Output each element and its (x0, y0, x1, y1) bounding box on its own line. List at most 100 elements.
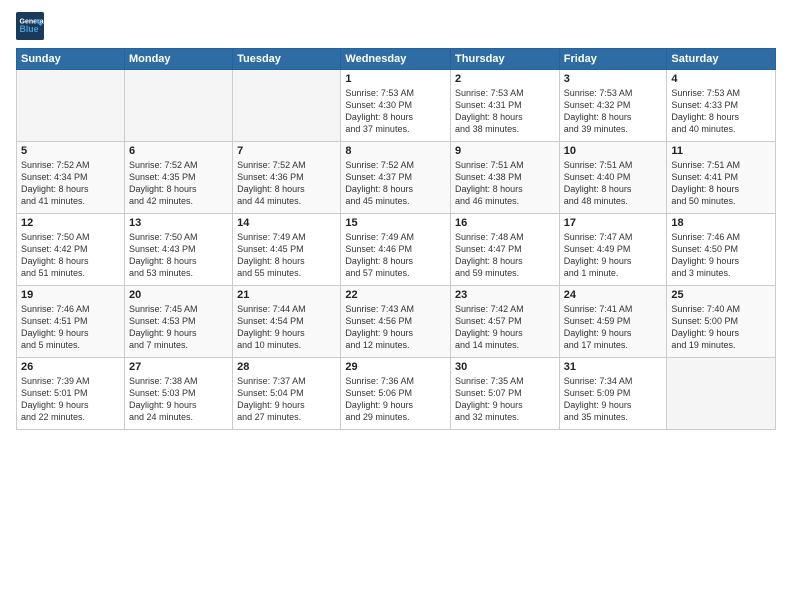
calendar-cell: 25 Sunrise: 7:40 AM Sunset: 5:00 PM Dayli… (667, 286, 776, 358)
calendar-cell: 21Sunrise: 7:44 AM Sunset: 4:54 PM Dayli… (233, 286, 341, 358)
weekday-header-saturday: Saturday (667, 49, 776, 70)
calendar-cell: 4 Sunrise: 7:53 AM Sunset: 4:33 PM Daylig… (667, 70, 776, 142)
day-number: 7 (237, 145, 336, 157)
day-info: Sunrise: 7:47 AM Sunset: 4:49 PM Dayligh… (564, 231, 663, 280)
day-number: 1 (345, 73, 446, 85)
header: General Blue (16, 12, 776, 40)
day-info: Sunrise: 7:51 AM Sunset: 4:41 PM Dayligh… (671, 159, 771, 208)
calendar-cell: 11 Sunrise: 7:51 AM Sunset: 4:41 PM Dayli… (667, 142, 776, 214)
day-number: 14 (237, 217, 336, 229)
day-number: 6 (129, 145, 228, 157)
day-number: 18 (671, 217, 771, 229)
day-number: 23 (455, 289, 555, 301)
calendar-cell: 23 Sunrise: 7:42 AM Sunset: 4:57 PM Dayli… (451, 286, 560, 358)
day-info: Sunrise: 7:39 AM Sunset: 5:01 PM Dayligh… (21, 375, 120, 424)
calendar-cell: 16 Sunrise: 7:48 AM Sunset: 4:47 PM Dayli… (451, 214, 560, 286)
day-info: Sunrise: 7:46 AM Sunset: 4:50 PM Dayligh… (671, 231, 771, 280)
day-info: Sunrise: 7:50 AM Sunset: 4:43 PM Dayligh… (129, 231, 228, 280)
weekday-header-row: SundayMondayTuesdayWednesdayThursdayFrid… (17, 49, 776, 70)
calendar-cell: 8 Sunrise: 7:52 AM Sunset: 4:37 PM Daylig… (341, 142, 451, 214)
day-info: Sunrise: 7:52 AM Sunset: 4:37 PM Dayligh… (345, 159, 446, 208)
calendar-cell: 28Sunrise: 7:37 AM Sunset: 5:04 PM Dayli… (233, 358, 341, 430)
week-row-1: 1 Sunrise: 7:53 AM Sunset: 4:30 PM Daylig… (17, 70, 776, 142)
day-number: 9 (455, 145, 555, 157)
day-number: 20 (129, 289, 228, 301)
day-number: 22 (345, 289, 446, 301)
day-number: 8 (345, 145, 446, 157)
calendar-cell: 26 Sunrise: 7:39 AM Sunset: 5:01 PM Dayli… (17, 358, 125, 430)
day-info: Sunrise: 7:48 AM Sunset: 4:47 PM Dayligh… (455, 231, 555, 280)
calendar-cell: 14 Sunrise: 7:49 AM Sunset: 4:45 PM Dayli… (233, 214, 341, 286)
calendar-cell: 13Sunrise: 7:50 AM Sunset: 4:43 PM Dayli… (124, 214, 232, 286)
day-number: 11 (671, 145, 771, 157)
day-info: Sunrise: 7:36 AM Sunset: 5:06 PM Dayligh… (345, 375, 446, 424)
calendar-cell: 24 Sunrise: 7:41 AM Sunset: 4:59 PM Dayli… (559, 286, 667, 358)
day-info: Sunrise: 7:45 AM Sunset: 4:53 PM Dayligh… (129, 303, 228, 352)
day-number: 2 (455, 73, 555, 85)
logo: General Blue (16, 12, 48, 40)
weekday-header-sunday: Sunday (17, 49, 125, 70)
weekday-header-wednesday: Wednesday (341, 49, 451, 70)
day-number: 5 (21, 145, 120, 157)
day-number: 16 (455, 217, 555, 229)
calendar-cell: 2 Sunrise: 7:53 AM Sunset: 4:31 PM Daylig… (451, 70, 560, 142)
weekday-header-monday: Monday (124, 49, 232, 70)
day-info: Sunrise: 7:38 AM Sunset: 5:03 PM Dayligh… (129, 375, 228, 424)
day-info: Sunrise: 7:49 AM Sunset: 4:46 PM Dayligh… (345, 231, 446, 280)
calendar-cell: 6Sunrise: 7:52 AM Sunset: 4:35 PM Daylig… (124, 142, 232, 214)
day-info: Sunrise: 7:44 AM Sunset: 4:54 PM Dayligh… (237, 303, 336, 352)
day-number: 25 (671, 289, 771, 301)
day-number: 27 (129, 361, 228, 373)
calendar-cell (124, 70, 232, 142)
day-number: 19 (21, 289, 120, 301)
day-info: Sunrise: 7:53 AM Sunset: 4:33 PM Dayligh… (671, 87, 771, 136)
svg-text:Blue: Blue (20, 24, 39, 34)
calendar-cell: 10Sunrise: 7:51 AM Sunset: 4:40 PM Dayli… (559, 142, 667, 214)
day-info: Sunrise: 7:50 AM Sunset: 4:42 PM Dayligh… (21, 231, 120, 280)
day-number: 17 (564, 217, 663, 229)
day-info: Sunrise: 7:35 AM Sunset: 5:07 PM Dayligh… (455, 375, 555, 424)
day-number: 15 (345, 217, 446, 229)
calendar-cell: 29 Sunrise: 7:36 AM Sunset: 5:06 PM Dayli… (341, 358, 451, 430)
week-row-3: 12 Sunrise: 7:50 AM Sunset: 4:42 PM Dayli… (17, 214, 776, 286)
day-info: Sunrise: 7:53 AM Sunset: 4:31 PM Dayligh… (455, 87, 555, 136)
day-number: 29 (345, 361, 446, 373)
week-row-2: 5 Sunrise: 7:52 AM Sunset: 4:34 PM Daylig… (17, 142, 776, 214)
weekday-header-thursday: Thursday (451, 49, 560, 70)
weekday-header-friday: Friday (559, 49, 667, 70)
calendar-cell: 27 Sunrise: 7:38 AM Sunset: 5:03 PM Dayli… (124, 358, 232, 430)
day-number: 10 (564, 145, 663, 157)
day-info: Sunrise: 7:43 AM Sunset: 4:56 PM Dayligh… (345, 303, 446, 352)
day-number: 26 (21, 361, 120, 373)
day-info: Sunrise: 7:53 AM Sunset: 4:30 PM Dayligh… (345, 87, 446, 136)
day-info: Sunrise: 7:53 AM Sunset: 4:32 PM Dayligh… (564, 87, 663, 136)
calendar-cell (233, 70, 341, 142)
day-number: 30 (455, 361, 555, 373)
day-number: 3 (564, 73, 663, 85)
day-number: 24 (564, 289, 663, 301)
day-info: Sunrise: 7:51 AM Sunset: 4:38 PM Dayligh… (455, 159, 555, 208)
day-number: 4 (671, 73, 771, 85)
calendar-cell: 19 Sunrise: 7:46 AM Sunset: 4:51 PM Dayli… (17, 286, 125, 358)
day-info: Sunrise: 7:41 AM Sunset: 4:59 PM Dayligh… (564, 303, 663, 352)
logo-icon: General Blue (16, 12, 44, 40)
day-info: Sunrise: 7:52 AM Sunset: 4:34 PM Dayligh… (21, 159, 120, 208)
day-info: Sunrise: 7:40 AM Sunset: 5:00 PM Dayligh… (671, 303, 771, 352)
weekday-header-tuesday: Tuesday (233, 49, 341, 70)
calendar-cell: 31 Sunrise: 7:34 AM Sunset: 5:09 PM Dayli… (559, 358, 667, 430)
week-row-5: 26 Sunrise: 7:39 AM Sunset: 5:01 PM Dayli… (17, 358, 776, 430)
calendar-cell: 18 Sunrise: 7:46 AM Sunset: 4:50 PM Dayli… (667, 214, 776, 286)
day-info: Sunrise: 7:49 AM Sunset: 4:45 PM Dayligh… (237, 231, 336, 280)
calendar-cell: 3 Sunrise: 7:53 AM Sunset: 4:32 PM Daylig… (559, 70, 667, 142)
calendar-cell: 30 Sunrise: 7:35 AM Sunset: 5:07 PM Dayli… (451, 358, 560, 430)
calendar-cell: 12 Sunrise: 7:50 AM Sunset: 4:42 PM Dayli… (17, 214, 125, 286)
calendar-cell: 20 Sunrise: 7:45 AM Sunset: 4:53 PM Dayli… (124, 286, 232, 358)
day-info: Sunrise: 7:42 AM Sunset: 4:57 PM Dayligh… (455, 303, 555, 352)
calendar-table: SundayMondayTuesdayWednesdayThursdayFrid… (16, 48, 776, 430)
day-number: 31 (564, 361, 663, 373)
day-number: 28 (237, 361, 336, 373)
day-number: 12 (21, 217, 120, 229)
calendar-cell (667, 358, 776, 430)
day-info: Sunrise: 7:46 AM Sunset: 4:51 PM Dayligh… (21, 303, 120, 352)
day-info: Sunrise: 7:34 AM Sunset: 5:09 PM Dayligh… (564, 375, 663, 424)
